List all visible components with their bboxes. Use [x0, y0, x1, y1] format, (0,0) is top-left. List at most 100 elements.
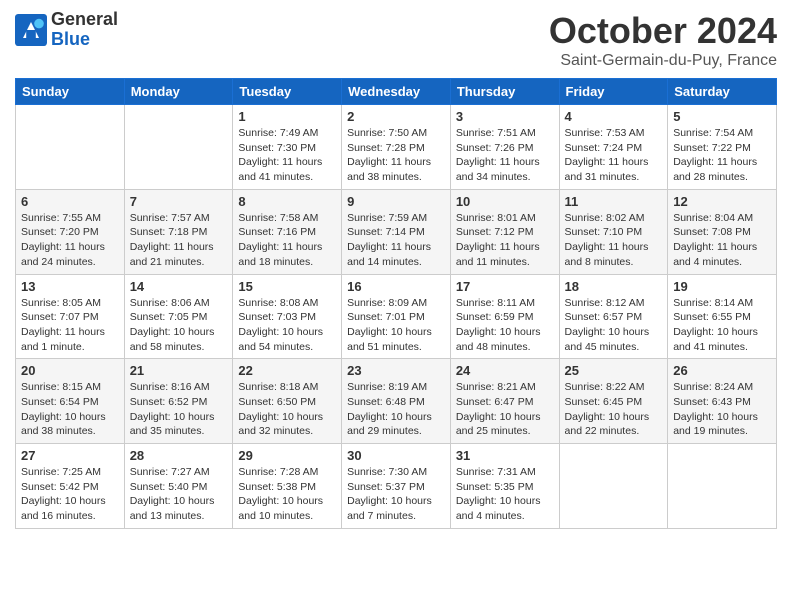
day-number: 15	[238, 279, 336, 294]
calendar-cell: 6 Sunrise: 7:55 AM Sunset: 7:20 PM Daylig…	[16, 189, 125, 274]
day-of-week-header: Friday	[559, 79, 668, 105]
day-number: 10	[456, 194, 554, 209]
day-info: Sunrise: 8:18 AM Sunset: 6:50 PM Dayligh…	[238, 380, 336, 439]
day-info: Sunrise: 7:57 AM Sunset: 7:18 PM Dayligh…	[130, 211, 228, 270]
day-number: 23	[347, 363, 445, 378]
header: General Blue October 2024 Saint-Germain-…	[15, 10, 777, 70]
day-info: Sunrise: 7:51 AM Sunset: 7:26 PM Dayligh…	[456, 126, 554, 185]
calendar-cell: 27Sunrise: 7:25 AM Sunset: 5:42 PM Dayli…	[16, 444, 125, 529]
day-of-week-header: Tuesday	[233, 79, 342, 105]
day-info: Sunrise: 7:59 AM Sunset: 7:14 PM Dayligh…	[347, 211, 445, 270]
calendar-cell: 28 Sunrise: 7:27 AM Sunset: 5:40 PM Dayli…	[124, 444, 233, 529]
day-number: 18	[565, 279, 663, 294]
calendar-container: General Blue October 2024 Saint-Germain-…	[0, 0, 792, 544]
day-info: Sunrise: 7:49 AM Sunset: 7:30 PM Dayligh…	[238, 126, 336, 185]
day-number: 2	[347, 109, 445, 124]
calendar-week-row: 6 Sunrise: 7:55 AM Sunset: 7:20 PM Daylig…	[16, 189, 777, 274]
calendar-cell: 29Sunrise: 7:28 AM Sunset: 5:38 PM Dayli…	[233, 444, 342, 529]
calendar-cell: 13Sunrise: 8:05 AM Sunset: 7:07 PM Dayli…	[16, 274, 125, 359]
calendar-cell: 7 Sunrise: 7:57 AM Sunset: 7:18 PM Daylig…	[124, 189, 233, 274]
calendar-cell: 3 Sunrise: 7:51 AM Sunset: 7:26 PM Daylig…	[450, 105, 559, 190]
calendar-cell: 23 Sunrise: 8:19 AM Sunset: 6:48 PM Dayli…	[342, 359, 451, 444]
calendar-cell: 12 Sunrise: 8:04 AM Sunset: 7:08 PM Dayli…	[668, 189, 777, 274]
calendar-cell: 11 Sunrise: 8:02 AM Sunset: 7:10 PM Dayli…	[559, 189, 668, 274]
day-info: Sunrise: 8:02 AM Sunset: 7:10 PM Dayligh…	[565, 211, 663, 270]
day-info: Sunrise: 8:24 AM Sunset: 6:43 PM Dayligh…	[673, 380, 771, 439]
location: Saint-Germain-du-Puy, France	[549, 52, 777, 70]
calendar-cell	[668, 444, 777, 529]
day-number: 25	[565, 363, 663, 378]
day-info: Sunrise: 7:55 AM Sunset: 7:20 PM Dayligh…	[21, 211, 119, 270]
calendar-cell	[559, 444, 668, 529]
day-info: Sunrise: 8:08 AM Sunset: 7:03 PM Dayligh…	[238, 296, 336, 355]
day-info: Sunrise: 7:50 AM Sunset: 7:28 PM Dayligh…	[347, 126, 445, 185]
day-of-week-header: Wednesday	[342, 79, 451, 105]
day-info: Sunrise: 8:14 AM Sunset: 6:55 PM Dayligh…	[673, 296, 771, 355]
day-number: 30	[347, 448, 445, 463]
day-number: 24	[456, 363, 554, 378]
calendar-cell: 30 Sunrise: 7:30 AM Sunset: 5:37 PM Dayli…	[342, 444, 451, 529]
day-number: 14	[130, 279, 228, 294]
calendar-cell: 8Sunrise: 7:58 AM Sunset: 7:16 PM Daylig…	[233, 189, 342, 274]
calendar-week-row: 13Sunrise: 8:05 AM Sunset: 7:07 PM Dayli…	[16, 274, 777, 359]
calendar-cell: 15 Sunrise: 8:08 AM Sunset: 7:03 PM Dayli…	[233, 274, 342, 359]
calendar-week-row: 27Sunrise: 7:25 AM Sunset: 5:42 PM Dayli…	[16, 444, 777, 529]
calendar-cell	[124, 105, 233, 190]
day-info: Sunrise: 7:58 AM Sunset: 7:16 PM Dayligh…	[238, 211, 336, 270]
calendar-table: SundayMondayTuesdayWednesdayThursdayFrid…	[15, 78, 777, 529]
calendar-cell: 22 Sunrise: 8:18 AM Sunset: 6:50 PM Dayli…	[233, 359, 342, 444]
calendar-cell: 16Sunrise: 8:09 AM Sunset: 7:01 PM Dayli…	[342, 274, 451, 359]
day-info: Sunrise: 8:15 AM Sunset: 6:54 PM Dayligh…	[21, 380, 119, 439]
day-number: 22	[238, 363, 336, 378]
day-of-week-header: Sunday	[16, 79, 125, 105]
day-info: Sunrise: 7:30 AM Sunset: 5:37 PM Dayligh…	[347, 465, 445, 524]
day-info: Sunrise: 8:22 AM Sunset: 6:45 PM Dayligh…	[565, 380, 663, 439]
calendar-cell: 19 Sunrise: 8:14 AM Sunset: 6:55 PM Dayli…	[668, 274, 777, 359]
logo-general: General	[51, 10, 118, 30]
calendar-cell: 31 Sunrise: 7:31 AM Sunset: 5:35 PM Dayli…	[450, 444, 559, 529]
day-info: Sunrise: 7:31 AM Sunset: 5:35 PM Dayligh…	[456, 465, 554, 524]
calendar-cell: 4 Sunrise: 7:53 AM Sunset: 7:24 PM Daylig…	[559, 105, 668, 190]
day-number: 17	[456, 279, 554, 294]
logo-text: General Blue	[51, 10, 118, 50]
calendar-cell: 25 Sunrise: 8:22 AM Sunset: 6:45 PM Dayli…	[559, 359, 668, 444]
day-number: 27	[21, 448, 119, 463]
day-number: 11	[565, 194, 663, 209]
day-info: Sunrise: 8:19 AM Sunset: 6:48 PM Dayligh…	[347, 380, 445, 439]
calendar-week-row: 1Sunrise: 7:49 AM Sunset: 7:30 PM Daylig…	[16, 105, 777, 190]
logo: General Blue	[15, 10, 118, 50]
day-number: 7	[130, 194, 228, 209]
day-number: 9	[347, 194, 445, 209]
day-of-week-header: Saturday	[668, 79, 777, 105]
day-info: Sunrise: 8:06 AM Sunset: 7:05 PM Dayligh…	[130, 296, 228, 355]
calendar-cell: 1Sunrise: 7:49 AM Sunset: 7:30 PM Daylig…	[233, 105, 342, 190]
day-number: 31	[456, 448, 554, 463]
day-number: 19	[673, 279, 771, 294]
calendar-header-row: SundayMondayTuesdayWednesdayThursdayFrid…	[16, 79, 777, 105]
day-info: Sunrise: 8:16 AM Sunset: 6:52 PM Dayligh…	[130, 380, 228, 439]
calendar-cell	[16, 105, 125, 190]
day-number: 5	[673, 109, 771, 124]
day-info: Sunrise: 8:21 AM Sunset: 6:47 PM Dayligh…	[456, 380, 554, 439]
calendar-cell: 17Sunrise: 8:11 AM Sunset: 6:59 PM Dayli…	[450, 274, 559, 359]
logo-blue: Blue	[51, 30, 118, 50]
calendar-cell: 10Sunrise: 8:01 AM Sunset: 7:12 PM Dayli…	[450, 189, 559, 274]
day-info: Sunrise: 8:05 AM Sunset: 7:07 PM Dayligh…	[21, 296, 119, 355]
day-number: 28	[130, 448, 228, 463]
logo-icon	[15, 14, 47, 46]
day-number: 29	[238, 448, 336, 463]
calendar-cell: 26Sunrise: 8:24 AM Sunset: 6:43 PM Dayli…	[668, 359, 777, 444]
calendar-cell: 5 Sunrise: 7:54 AM Sunset: 7:22 PM Daylig…	[668, 105, 777, 190]
calendar-cell: 24 Sunrise: 8:21 AM Sunset: 6:47 PM Dayli…	[450, 359, 559, 444]
day-info: Sunrise: 8:04 AM Sunset: 7:08 PM Dayligh…	[673, 211, 771, 270]
day-number: 6	[21, 194, 119, 209]
calendar-week-row: 20 Sunrise: 8:15 AM Sunset: 6:54 PM Dayli…	[16, 359, 777, 444]
day-of-week-header: Thursday	[450, 79, 559, 105]
day-info: Sunrise: 7:53 AM Sunset: 7:24 PM Dayligh…	[565, 126, 663, 185]
day-number: 4	[565, 109, 663, 124]
day-number: 20	[21, 363, 119, 378]
day-info: Sunrise: 7:27 AM Sunset: 5:40 PM Dayligh…	[130, 465, 228, 524]
day-info: Sunrise: 7:54 AM Sunset: 7:22 PM Dayligh…	[673, 126, 771, 185]
day-number: 3	[456, 109, 554, 124]
day-number: 12	[673, 194, 771, 209]
